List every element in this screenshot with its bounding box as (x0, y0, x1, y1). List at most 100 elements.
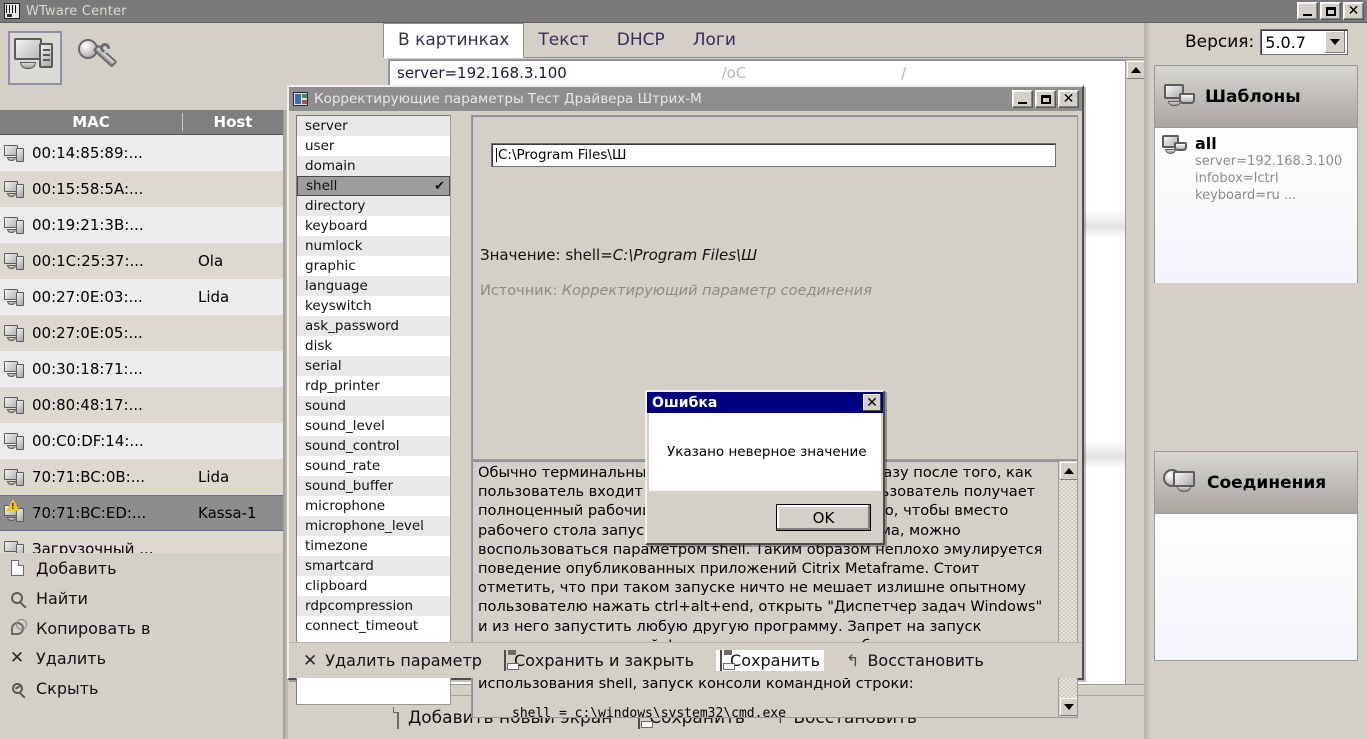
param-item-ask_password[interactable]: ask_password (297, 316, 450, 336)
dialog-button-восстановить[interactable]: ↰Восстановить (846, 651, 984, 670)
table-row[interactable]: 00:19:21:3B:... (0, 207, 283, 243)
param-item-domain[interactable]: domain (297, 156, 450, 176)
action-найти[interactable]: Найти (0, 583, 283, 613)
table-row[interactable]: Загрузочный ... (0, 531, 283, 553)
table-row[interactable]: 00:C0:DF:14:... (0, 423, 283, 459)
tab-в-картинках[interactable]: В картинках (383, 23, 524, 58)
description-scroll-up-button[interactable] (1060, 462, 1078, 480)
param-item-shell[interactable]: shell✔ (297, 176, 450, 196)
warning-icon (6, 499, 20, 511)
table-row[interactable]: 70:71:BC:0B:...Lida (0, 459, 283, 495)
param-item-user[interactable]: user (297, 136, 450, 156)
param-item-label: server (305, 118, 348, 134)
param-item-label: microphone (305, 498, 385, 514)
error-dialog: Ошибка ✕ Указано неверное значение OK (645, 390, 885, 545)
description-scrollbar[interactable] (1058, 461, 1077, 717)
dialog-minimize-button[interactable] (1012, 90, 1033, 108)
templates-panel-body[interactable]: all server=192.168.3.100infobox=lctrlkey… (1155, 128, 1357, 283)
version-dropdown[interactable]: 5.0.7 (1260, 29, 1348, 55)
error-ok-button[interactable]: OK (776, 504, 871, 531)
param-item-connect_timeout[interactable]: connect_timeout (297, 616, 450, 636)
terminals-icon[interactable] (8, 31, 62, 85)
panel-scroll-up-button[interactable] (1127, 61, 1145, 79)
param-item-microphone_level[interactable]: microphone_level (297, 516, 450, 536)
param-item-timezone[interactable]: timezone (297, 536, 450, 556)
param-item-label: shell (306, 178, 337, 194)
close-button[interactable]: ✕ (1343, 2, 1364, 20)
param-item-disk[interactable]: disk (297, 336, 450, 356)
param-item-sound_rate[interactable]: sound_rate (297, 456, 450, 476)
parameter-value-input[interactable]: C:\Program Files\Ш (491, 143, 1056, 167)
param-item-clipboard[interactable]: clipboard (297, 576, 450, 596)
error-dialog-message: Указано неверное значение (649, 413, 881, 491)
param-item-label: disk (305, 338, 332, 354)
param-item-rdpcompression[interactable]: rdpcompression (297, 596, 450, 616)
terminal-mac: 00:14:85:89:... (32, 144, 198, 162)
description-code-example: shell = c:\windows\system32\cmd.exe (512, 706, 786, 718)
param-item-rdp_printer[interactable]: rdp_printer (297, 376, 450, 396)
action-удалить[interactable]: ✕Удалить (0, 643, 283, 673)
value-expression-italic: C:\Program Files\Ш (613, 246, 757, 264)
param-item-label: connect_timeout (305, 618, 418, 634)
dialog-button-удалить-параметр[interactable]: ✕Удалить параметр (303, 651, 482, 671)
template-item-all[interactable]: all server=192.168.3.100infobox=lctrlkey… (1155, 128, 1357, 204)
maximize-button[interactable] (1320, 2, 1341, 20)
table-row[interactable]: 00:14:85:89:... (0, 135, 283, 171)
error-close-button[interactable]: ✕ (863, 394, 881, 411)
description-scroll-down-button[interactable] (1060, 698, 1078, 716)
param-item-sound_control[interactable]: sound_control (297, 436, 450, 456)
param-item-serial[interactable]: serial (297, 356, 450, 376)
computer-icon (4, 324, 26, 343)
action-скрыть[interactable]: Скрыть (0, 673, 283, 703)
param-item-sound_buffer[interactable]: sound_buffer (297, 476, 450, 496)
table-row[interactable]: 00:27:0E:05:... (0, 315, 283, 351)
panel-scrollbar[interactable] (1125, 60, 1145, 684)
action-копировать-в[interactable]: Копировать в (0, 613, 283, 643)
tab-текст[interactable]: Текст (524, 24, 602, 57)
terminal-host: Ola (198, 252, 223, 270)
parameter-list[interactable]: server userdomainshell✔directorykeyboardn… (296, 115, 451, 705)
table-row[interactable]: 70:71:BC:ED:...Kassa-1 (0, 495, 283, 531)
param-item-graphic[interactable]: graphic (297, 256, 450, 276)
minimize-button[interactable] (1297, 2, 1318, 20)
tab-bar[interactable]: В картинкахТекстDHCPЛоги (383, 23, 1151, 58)
copy-to-icon (6, 618, 28, 638)
dialog-button-bar[interactable]: ✕Удалить параметр Сохранить и закрыть Сохр… (289, 642, 1082, 678)
table-row[interactable]: 00:1C:25:37:...Ola (0, 243, 283, 279)
version-dropdown-arrow-icon[interactable] (1325, 31, 1345, 53)
param-item-directory[interactable]: directory (297, 196, 450, 216)
terminal-mac: 00:80:48:17:... (32, 396, 198, 414)
dialog-close-button[interactable]: ✕ (1058, 90, 1079, 108)
terminal-list[interactable]: 00:14:85:89:... 00:15:58:5A:...00:19:21:3… (0, 135, 283, 553)
param-item-sound_level[interactable]: sound_level (297, 416, 450, 436)
save-close-icon (504, 651, 506, 670)
terminal-mac: 00:27:0E:03:... (32, 288, 198, 306)
panel-config-server: server=192.168.3.100 (397, 64, 567, 82)
dialog-button-сохранить[interactable]: Сохранить (716, 650, 824, 671)
terminal-host: Lida (198, 468, 229, 486)
computer-icon (4, 360, 26, 379)
table-row[interactable]: 00:15:58:5A:... (0, 171, 283, 207)
param-item-numlock[interactable]: numlock (297, 236, 450, 256)
param-item-keyswitch[interactable]: keyswitch (297, 296, 450, 316)
table-row[interactable]: 00:30:18:71:... (0, 351, 283, 387)
settings-wrench-icon[interactable] (74, 31, 128, 85)
tab-логи[interactable]: Логи (679, 24, 750, 57)
param-item-keyboard[interactable]: keyboard (297, 216, 450, 236)
table-row[interactable]: 00:27:0E:03:...Lida (0, 279, 283, 315)
param-item-language[interactable]: language (297, 276, 450, 296)
dialog-button-сохранить-и-закрыть[interactable]: Сохранить и закрыть (504, 651, 694, 670)
text-caret (496, 148, 497, 162)
param-item-smartcard[interactable]: smartcard (297, 556, 450, 576)
param-item-server[interactable]: server (297, 116, 450, 136)
computer-icon (4, 180, 26, 199)
param-item-microphone[interactable]: microphone (297, 496, 450, 516)
dialog-maximize-button[interactable] (1035, 90, 1056, 108)
dialog-titlebar: Корректирующие параметры Тест Драйвера Ш… (289, 87, 1082, 111)
table-row[interactable]: 00:80:48:17:... (0, 387, 283, 423)
action-добавить[interactable]: Добавить (0, 553, 283, 583)
tab-dhcp[interactable]: DHCP (603, 24, 679, 57)
param-item-sound[interactable]: sound (297, 396, 450, 416)
correcting-parameters-dialog: Корректирующие параметры Тест Драйвера Ш… (287, 85, 1084, 680)
connections-panel-body[interactable] (1155, 514, 1357, 660)
